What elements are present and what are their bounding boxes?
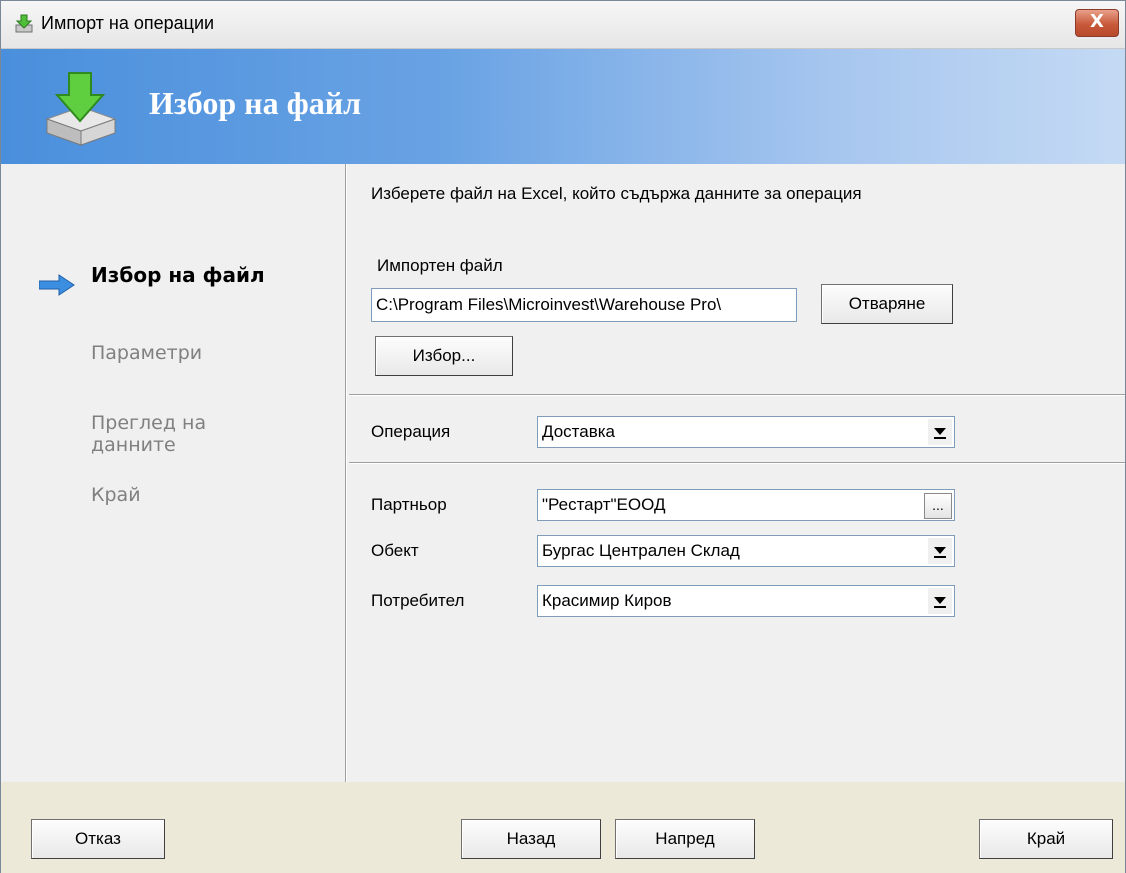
operation-select[interactable]: Доставка [537,416,955,448]
object-select[interactable]: Бургас Централен Склад [537,535,955,567]
section-divider-1 [349,394,1125,396]
browse-button[interactable]: Избор... [375,336,513,376]
user-value: Красимир Киров [542,591,672,610]
section-divider-2 [349,462,1125,464]
chevron-down-icon[interactable] [928,538,952,564]
step-finish: Край [91,484,141,506]
import-file-label: Импортен файл [377,256,503,275]
cancel-button[interactable]: Отказ [31,819,165,859]
title-bar: Импорт на операции X [1,1,1125,49]
import-file-input[interactable]: C:\Program Files\Microinvest\Warehouse P… [371,288,797,322]
user-select[interactable]: Красимир Киров [537,585,955,617]
close-icon: X [1090,11,1104,32]
partner-label: Партньор [371,495,447,514]
current-step-arrow-icon [39,274,75,296]
wizard-steps: Избор на файл Параметри Преглед на данни… [1,164,345,782]
step-parameters: Параметри [91,342,203,364]
operation-label: Операция [371,422,451,441]
close-button[interactable]: X [1075,9,1119,37]
open-button[interactable]: Отваряне [821,284,953,324]
partner-field[interactable]: "Рестарт"ЕООД ... [537,489,955,521]
app-icon [15,14,33,33]
finish-button[interactable]: Край [979,819,1113,859]
window-title: Импорт на операции [41,13,215,33]
user-label: Потребител [371,591,465,610]
partner-browse-button[interactable]: ... [924,493,952,519]
step-choose-file: Избор на файл [91,263,265,287]
partner-value: "Рестарт"ЕООД [542,495,666,514]
object-value: Бургас Централен Склад [542,541,740,560]
import-operations-window: Импорт на операции X Избор на файл Избор… [0,0,1126,873]
chevron-down-icon[interactable] [928,419,952,445]
object-label: Обект [371,541,419,560]
next-button[interactable]: Напред [615,819,755,859]
back-button[interactable]: Назад [461,819,601,859]
step-data-preview: Преглед на данните [91,412,207,456]
import-download-icon [45,72,117,146]
operation-value: Доставка [542,422,616,441]
wizard-step-heading: Избор на файл [149,85,362,121]
wizard-footer: Отказ Назад Напред Край [1,782,1125,873]
instruction-text: Изберете файл на Excel, който съдържа да… [371,184,862,203]
wizard-header: Избор на файл [1,49,1125,164]
chevron-down-icon[interactable] [928,588,952,614]
wizard-content: Изберете файл на Excel, който съдържа да… [347,164,1125,782]
